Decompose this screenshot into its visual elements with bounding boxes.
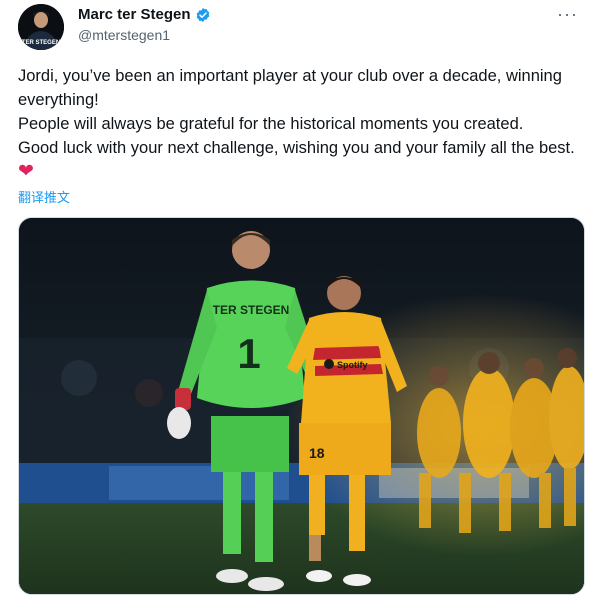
tweet-body: Jordi, you’ve been an important player a…: [18, 64, 578, 184]
author-avatar[interactable]: TER STEGEN: [18, 4, 64, 50]
heart-emoji-icon: ❤: [18, 161, 34, 182]
tweet-photo[interactable]: TER STEGEN 1 Spotify 18: [18, 217, 585, 595]
tweet-line: Good luck with your next challenge, wish…: [18, 139, 575, 182]
tweet-line: Jordi, you’ve been an important player a…: [18, 67, 562, 109]
jersey-name-text: TER STEGEN: [213, 303, 290, 317]
sponsor-text: Spotify: [337, 360, 368, 370]
verified-badge-icon: [195, 7, 211, 23]
shorts-number-text: 18: [309, 445, 325, 461]
avatar-shirt-text: TER STEGEN: [22, 40, 60, 46]
translate-tweet-link[interactable]: 翻译推文: [18, 187, 70, 206]
more-options-icon[interactable]: ···: [557, 4, 578, 25]
author-display-name[interactable]: Marc ter Stegen: [78, 6, 191, 23]
tweet-header: TER STEGEN Marc ter Stegen @mterstegen1 …: [18, 4, 582, 52]
author-handle[interactable]: @mterstegen1: [78, 27, 170, 43]
jersey-number-text: 1: [237, 330, 260, 377]
tweet-line: People will always be grateful for the h…: [18, 115, 524, 133]
